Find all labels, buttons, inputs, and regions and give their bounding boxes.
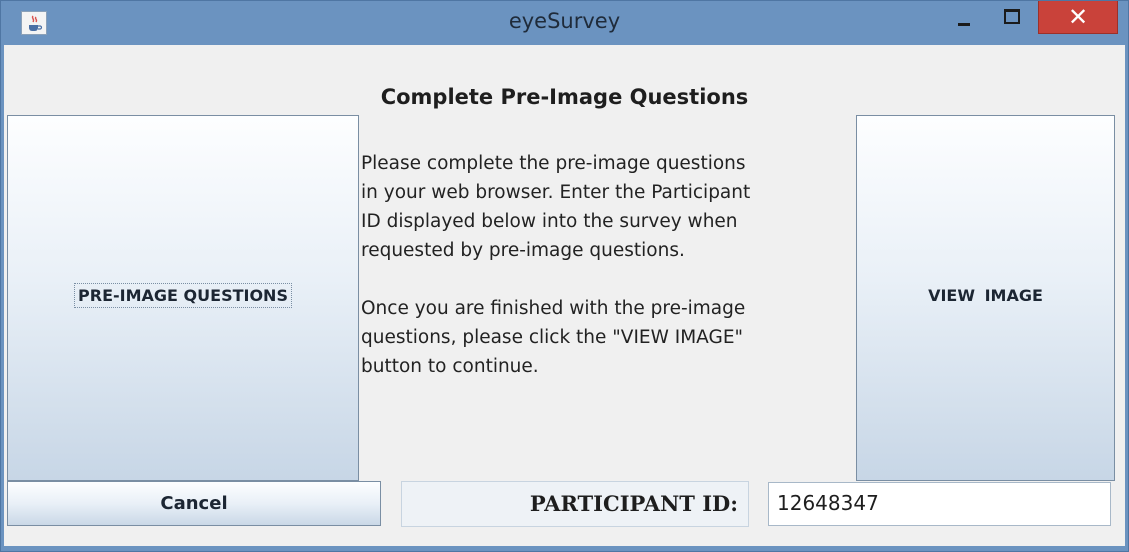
view-image-button[interactable]: VIEW IMAGE (856, 115, 1115, 481)
cancel-label: Cancel (160, 493, 228, 514)
participant-id-label-box: PARTICIPANT ID: (401, 481, 749, 527)
instructions-paragraph-2: Once you are finished with the pre-image… (361, 298, 746, 377)
cancel-button[interactable]: Cancel (7, 481, 381, 526)
view-image-label: VIEW IMAGE (928, 286, 1043, 305)
dialog-content: Complete Pre-Image Questions PRE-IMAGE Q… (4, 45, 1125, 546)
participant-id-label: PARTICIPANT ID: (529, 491, 738, 516)
title-bar[interactable]: eyeSurvey ✕ (1, 1, 1128, 45)
minimize-icon (958, 23, 970, 26)
close-button[interactable]: ✕ (1038, 1, 1118, 34)
page-title: Complete Pre-Image Questions (380, 85, 749, 109)
pre-image-questions-label: PRE-IMAGE QUESTIONS (74, 283, 292, 308)
maximize-button[interactable] (987, 1, 1033, 33)
instructions-text: Please complete the pre-image questions … (361, 149, 855, 381)
maximize-icon (1004, 9, 1020, 24)
pre-image-questions-button[interactable]: PRE-IMAGE QUESTIONS (7, 115, 359, 481)
participant-id-field[interactable]: 12648347 (768, 482, 1111, 526)
instructions-paragraph-1: Please complete the pre-image questions … (361, 153, 751, 261)
app-window: eyeSurvey ✕ Complete Pre-Image Questions… (0, 0, 1129, 552)
close-icon: ✕ (1067, 3, 1089, 31)
minimize-button[interactable] (941, 1, 987, 33)
